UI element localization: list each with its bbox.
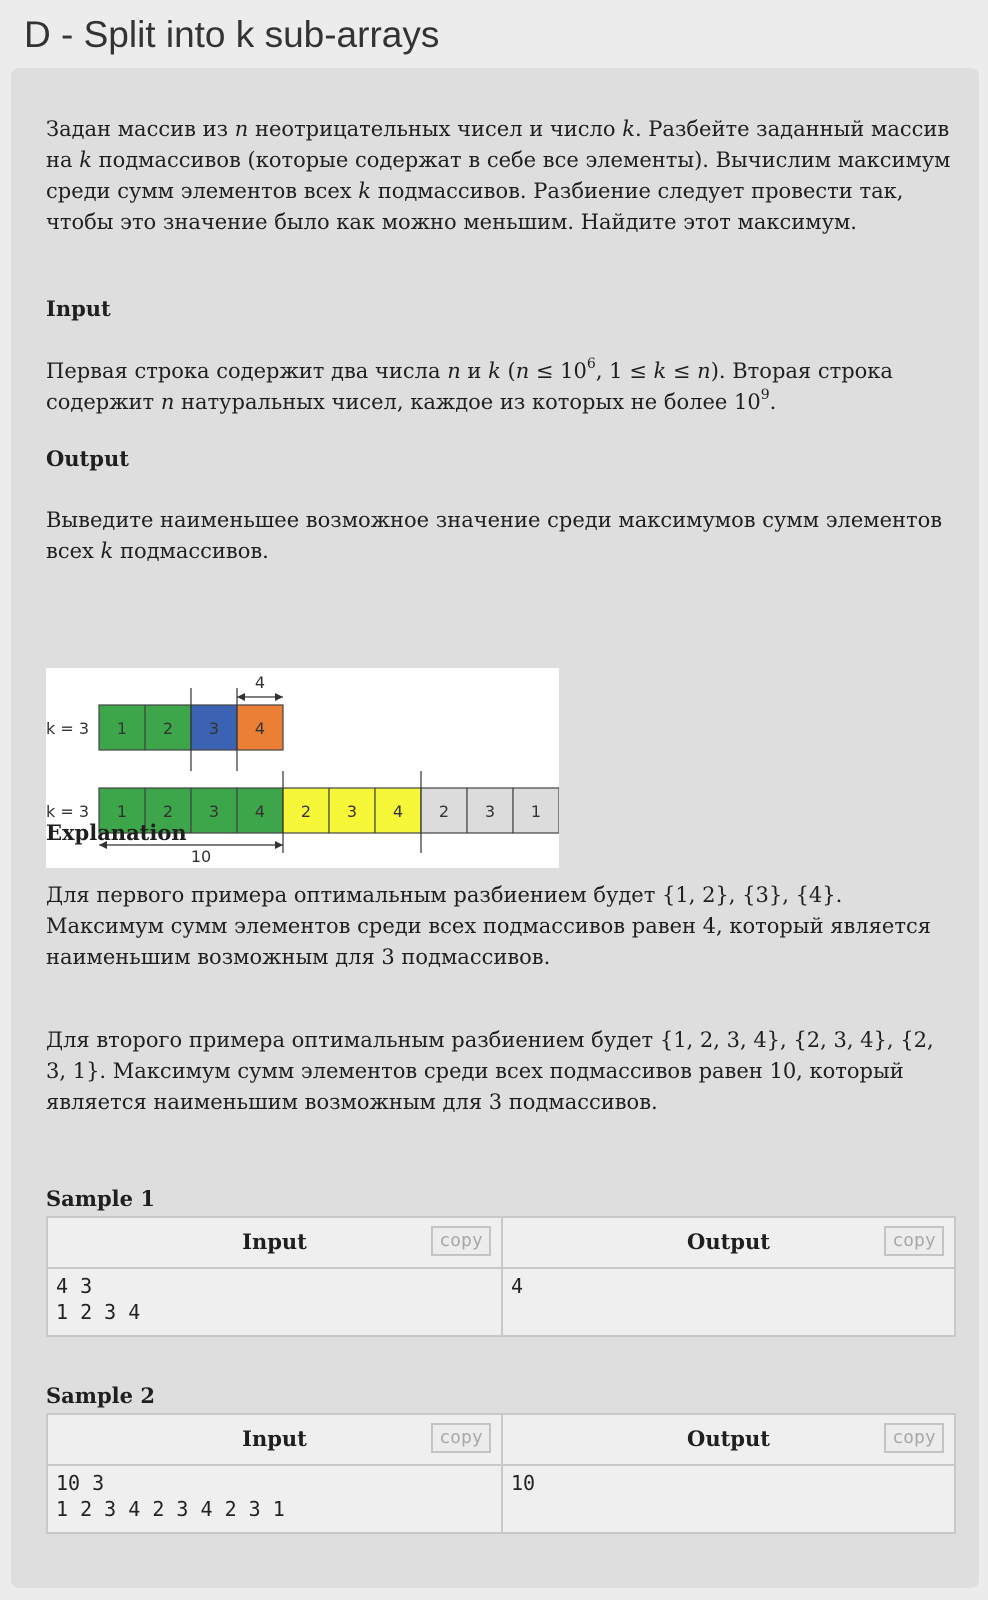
input-paragraph: Первая строка содержит два числа n и k (…	[46, 356, 893, 414]
sample-2-input-copy-button[interactable]: copy	[431, 1423, 491, 1453]
row2-cell-label: 3	[347, 802, 357, 821]
explanation-paragraph-2: Для второго примера оптимальным разбиени…	[46, 1028, 934, 1114]
row2-cell-label: 3	[485, 802, 495, 821]
row2-cell-label: 2	[301, 802, 311, 821]
sample-2-table: Input copy Output copy 10 3 1 2 3 4 2 3 …	[46, 1413, 956, 1534]
row2-cell-label: 4	[393, 802, 403, 821]
row2-cell-label: 1	[531, 802, 541, 821]
row1-cell-label: 4	[255, 719, 265, 738]
row1-measure-label: 4	[255, 673, 265, 692]
output-heading: Output	[46, 446, 129, 471]
sample-2-output[interactable]: 10	[511, 1470, 946, 1496]
row2-cell-label: 4	[255, 802, 265, 821]
row2-label: k = 3	[46, 802, 89, 821]
statement-paragraph: Задан массив из n неотрицательных чисел …	[46, 117, 951, 234]
sample-1-output-copy-button[interactable]: copy	[884, 1226, 944, 1256]
page-title: D - Split into k sub-arrays	[24, 14, 440, 55]
sample-2-output-copy-button[interactable]: copy	[884, 1423, 944, 1453]
row1-label: k = 3	[46, 719, 89, 738]
row1-cell-label: 3	[209, 719, 219, 738]
explanation-heading: Explanation	[46, 820, 187, 845]
output-paragraph: Выведите наименьшее возможное значение с…	[46, 508, 943, 563]
row2-cell-label: 3	[209, 802, 219, 821]
row1-cell-label: 2	[163, 719, 173, 738]
sample-1-table: Input copy Output copy 4 3 1 2 3 4 4	[46, 1216, 956, 1337]
sample-2-input[interactable]: 10 3 1 2 3 4 2 3 4 2 3 1	[56, 1470, 493, 1522]
row1-cell-label: 1	[117, 719, 127, 738]
explanation-paragraph-1: Для первого примера оптимальным разбиени…	[46, 883, 931, 969]
row2-cell-label: 2	[439, 802, 449, 821]
row2-cell-label: 2	[163, 802, 173, 821]
row2-measure-label: 10	[191, 847, 211, 866]
sample-1-input-copy-button[interactable]: copy	[431, 1226, 491, 1256]
input-heading: Input	[46, 296, 111, 321]
row2-cell-label: 1	[117, 802, 127, 821]
sample-2-title: Sample 2	[46, 1383, 155, 1408]
problem-card: Задан массив из n неотрицательных чисел …	[11, 68, 979, 1588]
sample-1-title: Sample 1	[46, 1186, 155, 1211]
sample-1-output[interactable]: 4	[511, 1273, 946, 1299]
sample-1-input[interactable]: 4 3 1 2 3 4	[56, 1273, 493, 1325]
